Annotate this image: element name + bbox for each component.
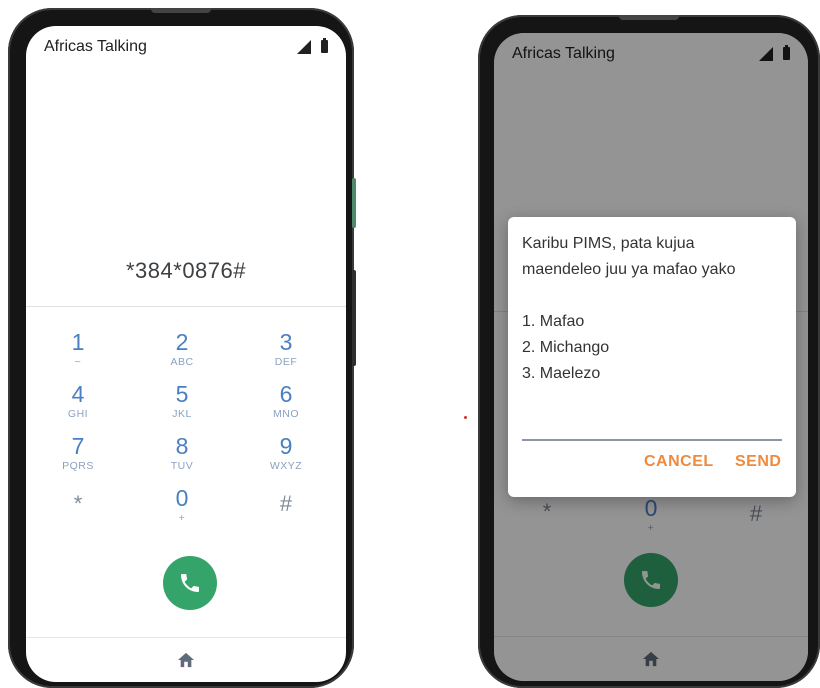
key-0-letters: + xyxy=(178,512,186,524)
key-6[interactable]: 6 MNO xyxy=(246,381,326,421)
key-1[interactable]: 1 ~ xyxy=(38,329,118,369)
key-9[interactable]: 9 WXYZ xyxy=(246,433,326,473)
key-2-label: 2 xyxy=(175,329,189,355)
bottom-nav xyxy=(26,637,346,682)
key-star[interactable]: * xyxy=(38,491,118,517)
key-7-letters: PQRS xyxy=(62,460,94,472)
key-1-letters: ~ xyxy=(74,356,82,368)
key-3[interactable]: 3 DEF xyxy=(246,329,326,369)
call-button[interactable] xyxy=(163,556,217,610)
ussd-screen: Africas Talking * 0 + # Karibu PIMS, pat… xyxy=(494,33,808,681)
key-1-label: 1 xyxy=(71,329,85,355)
key-star-label: * xyxy=(73,491,83,516)
ussd-menu-option-2: 2. Michango xyxy=(522,339,610,356)
key-5-label: 5 xyxy=(175,381,189,407)
key-8-label: 8 xyxy=(175,433,189,459)
signal-icon xyxy=(297,40,311,54)
pointer-dot xyxy=(464,416,467,419)
phone-icon xyxy=(181,574,199,592)
key-6-letters: MNO xyxy=(273,408,299,420)
key-8[interactable]: 8 TUV xyxy=(142,433,222,473)
ussd-response-input[interactable] xyxy=(522,419,782,441)
key-5[interactable]: 5 JKL xyxy=(142,381,222,421)
ussd-menu-option-1: 1. Mafao xyxy=(522,313,585,330)
ussd-message-line: Karibu PIMS, pata kujua xyxy=(522,235,695,252)
phone-notch xyxy=(619,15,679,20)
ussd-message-line: maendeleo juu ya mafao yako xyxy=(522,261,736,278)
status-bar: Africas Talking xyxy=(26,26,346,66)
phone-dialer: Africas Talking *384*0876# 1 ~2 ABC 3 DEF 4 GH… xyxy=(8,8,356,688)
status-icons xyxy=(297,38,328,54)
key-9-label: 9 xyxy=(279,433,293,459)
key-4[interactable]: 4 GHI xyxy=(38,381,118,421)
key-3-label: 3 xyxy=(279,329,293,355)
key-4-label: 4 xyxy=(71,381,85,407)
phone-ussd: Africas Talking * 0 + # Karibu PIMS, pat… xyxy=(478,15,820,688)
cancel-button[interactable]: CANCEL xyxy=(644,453,714,471)
key-3-letters: DEF xyxy=(274,356,298,368)
ussd-menu-option-3: 3. Maelezo xyxy=(522,365,601,382)
key-2[interactable]: 2 ABC xyxy=(142,329,222,369)
home-icon[interactable] xyxy=(177,652,195,668)
send-button[interactable]: SEND xyxy=(735,453,781,471)
key-0[interactable]: 0 + xyxy=(142,485,222,525)
key-hash[interactable]: # xyxy=(246,491,326,517)
app-title: Africas Talking xyxy=(44,38,147,55)
volume-button xyxy=(352,270,356,366)
key-hash-label: # xyxy=(279,491,293,516)
battery-icon xyxy=(321,38,328,53)
ussd-dialog: Karibu PIMS, pata kujua maendeleo juu ya… xyxy=(508,217,796,497)
phone-notch xyxy=(151,8,211,13)
display-divider xyxy=(26,306,346,307)
dialed-number: *384*0876# xyxy=(125,258,246,283)
key-4-letters: GHI xyxy=(67,408,89,420)
key-6-label: 6 xyxy=(279,381,293,407)
key-7-label: 7 xyxy=(71,433,85,459)
key-9-letters: WXYZ xyxy=(269,460,303,472)
key-7[interactable]: 7 PQRS xyxy=(38,433,118,473)
key-5-letters: JKL xyxy=(172,408,192,420)
side-button xyxy=(352,178,356,228)
dialer-screen: Africas Talking *384*0876# 1 ~2 ABC 3 DEF 4 GH… xyxy=(26,26,346,682)
key-2-letters: ABC xyxy=(170,356,194,368)
key-8-letters: TUV xyxy=(170,460,194,472)
key-0-label: 0 xyxy=(175,485,189,511)
